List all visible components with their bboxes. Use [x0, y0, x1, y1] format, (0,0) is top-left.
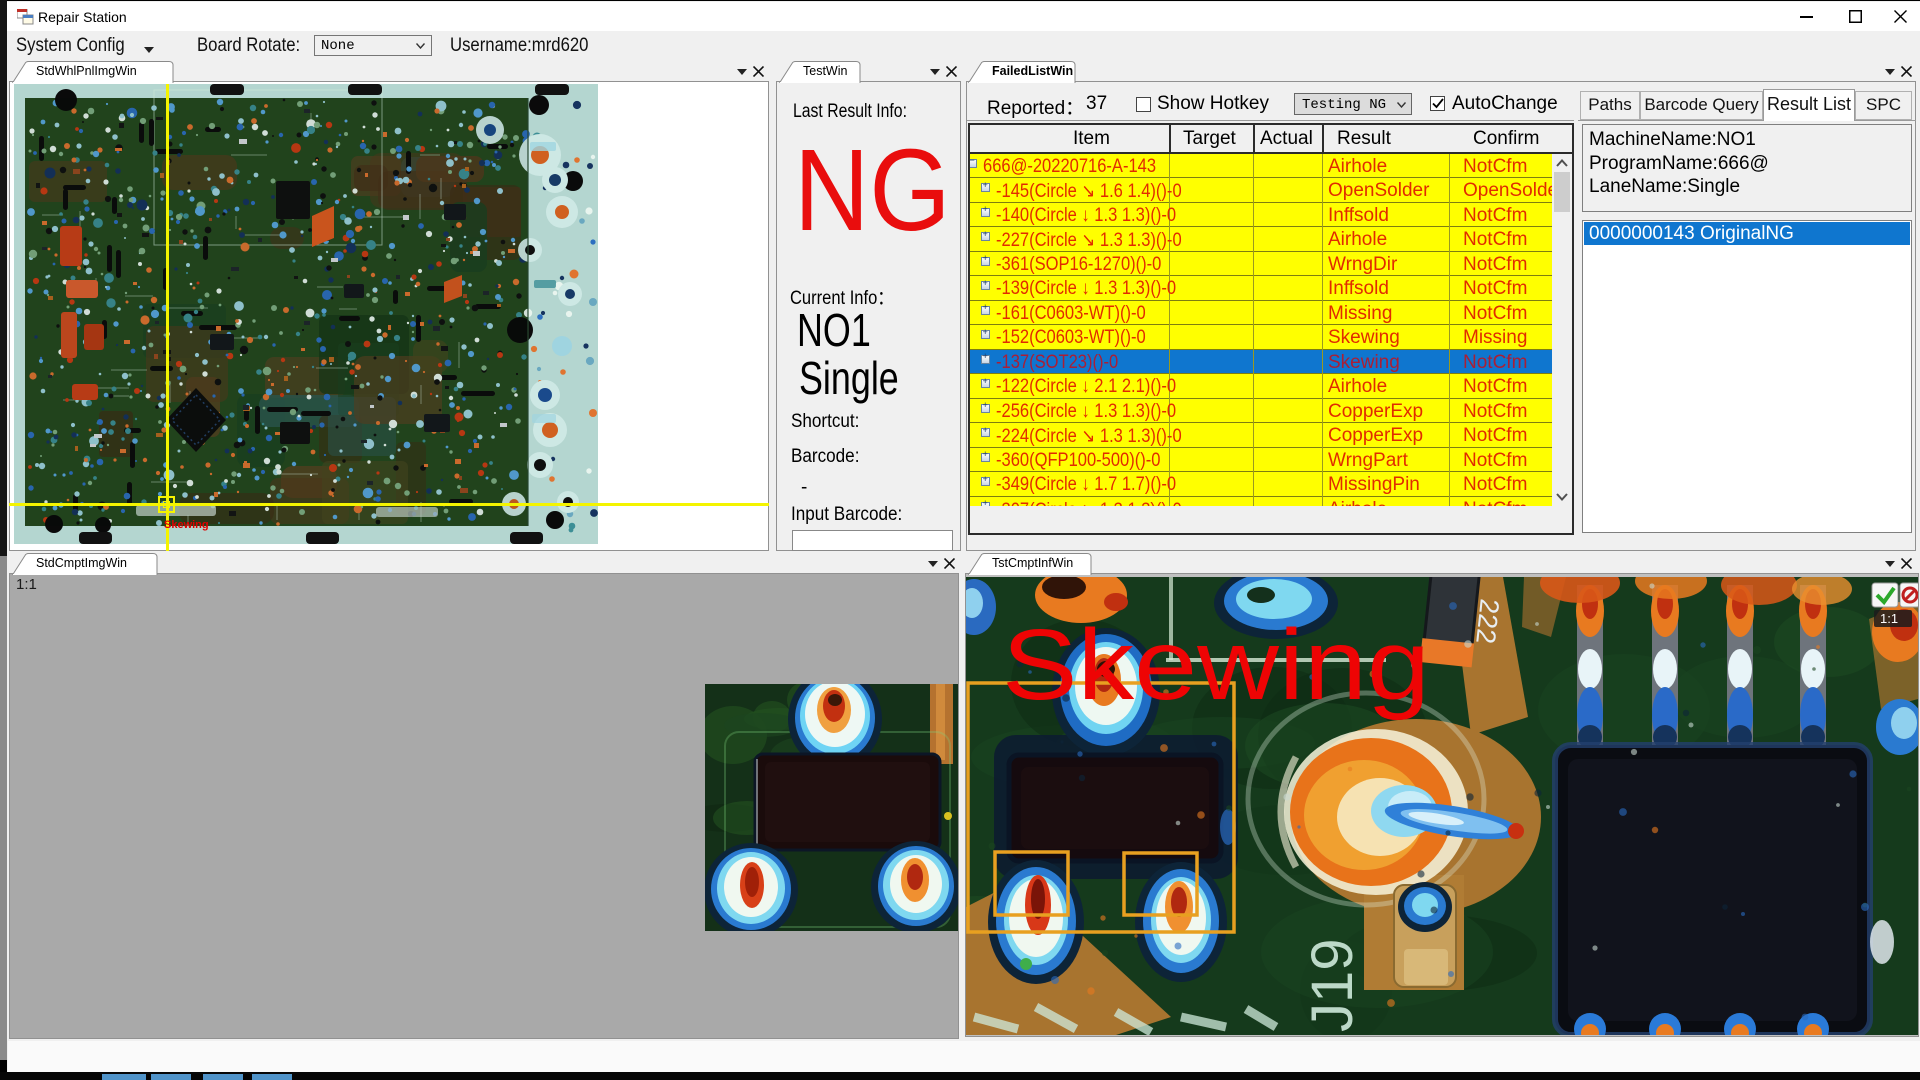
- svg-text:J19: J19: [1300, 938, 1365, 1032]
- svg-text:Skewing: Skewing: [1002, 609, 1430, 721]
- svg-text:222: 222: [1470, 597, 1505, 645]
- svg-text:1:1: 1:1: [1880, 611, 1898, 626]
